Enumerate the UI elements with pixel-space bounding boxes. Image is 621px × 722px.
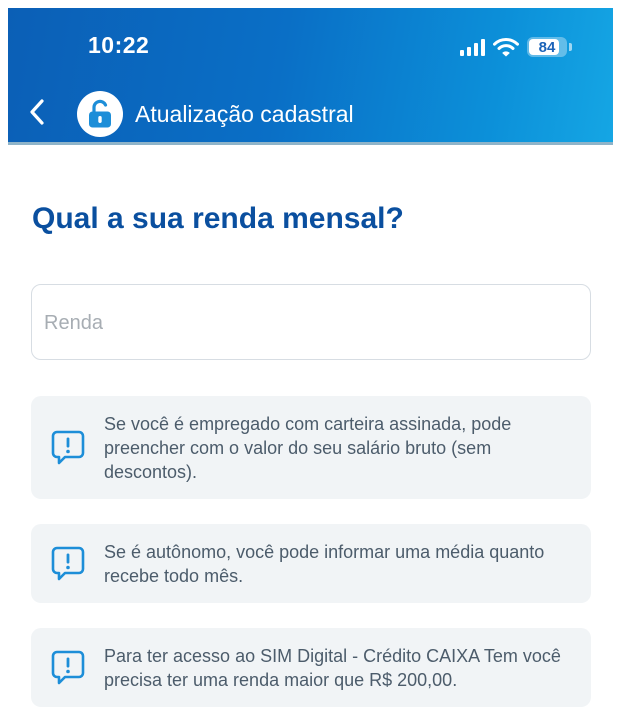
income-field[interactable] bbox=[31, 284, 591, 361]
status-icons: 84 bbox=[460, 35, 572, 59]
info-card-employed: Se você é empregado com carteira assinad… bbox=[31, 396, 591, 499]
income-question-heading: Qual a sua renda mensal? bbox=[32, 202, 404, 235]
battery-percent: 84 bbox=[538, 38, 556, 56]
info-text-self-employed: Se é autônomo, você pode informar uma mé… bbox=[104, 542, 545, 586]
wifi-icon bbox=[493, 38, 519, 57]
status-time: 10:22 bbox=[88, 32, 150, 58]
battery-tip bbox=[569, 43, 572, 51]
info-text-sim-digital: Para ter acesso ao SIM Digital - Crédito… bbox=[104, 646, 561, 690]
chevron-left-icon bbox=[30, 99, 44, 125]
info-text-employed: Se você é empregado com carteira assinad… bbox=[104, 414, 512, 482]
header: 10:22 84 Atualização cadastral bbox=[8, 8, 613, 142]
cellular-signal-icon bbox=[460, 38, 485, 56]
header-divider bbox=[8, 142, 613, 145]
income-input[interactable] bbox=[42, 285, 576, 361]
page-title: Atualização cadastral bbox=[135, 101, 354, 127]
lock-badge bbox=[77, 91, 123, 137]
info-card-sim-digital: Para ter acesso ao SIM Digital - Crédito… bbox=[31, 628, 591, 707]
alert-speech-icon bbox=[51, 546, 85, 581]
lock-open-icon bbox=[89, 99, 111, 128]
alert-speech-icon bbox=[51, 650, 85, 685]
app-screen: 10:22 84 Atualização cadastral Qual a su… bbox=[8, 8, 613, 722]
battery-indicator: 84 bbox=[527, 37, 572, 57]
alert-speech-icon bbox=[51, 430, 85, 465]
info-card-self-employed: Se é autônomo, você pode informar uma mé… bbox=[31, 524, 591, 603]
back-button[interactable] bbox=[22, 94, 52, 130]
